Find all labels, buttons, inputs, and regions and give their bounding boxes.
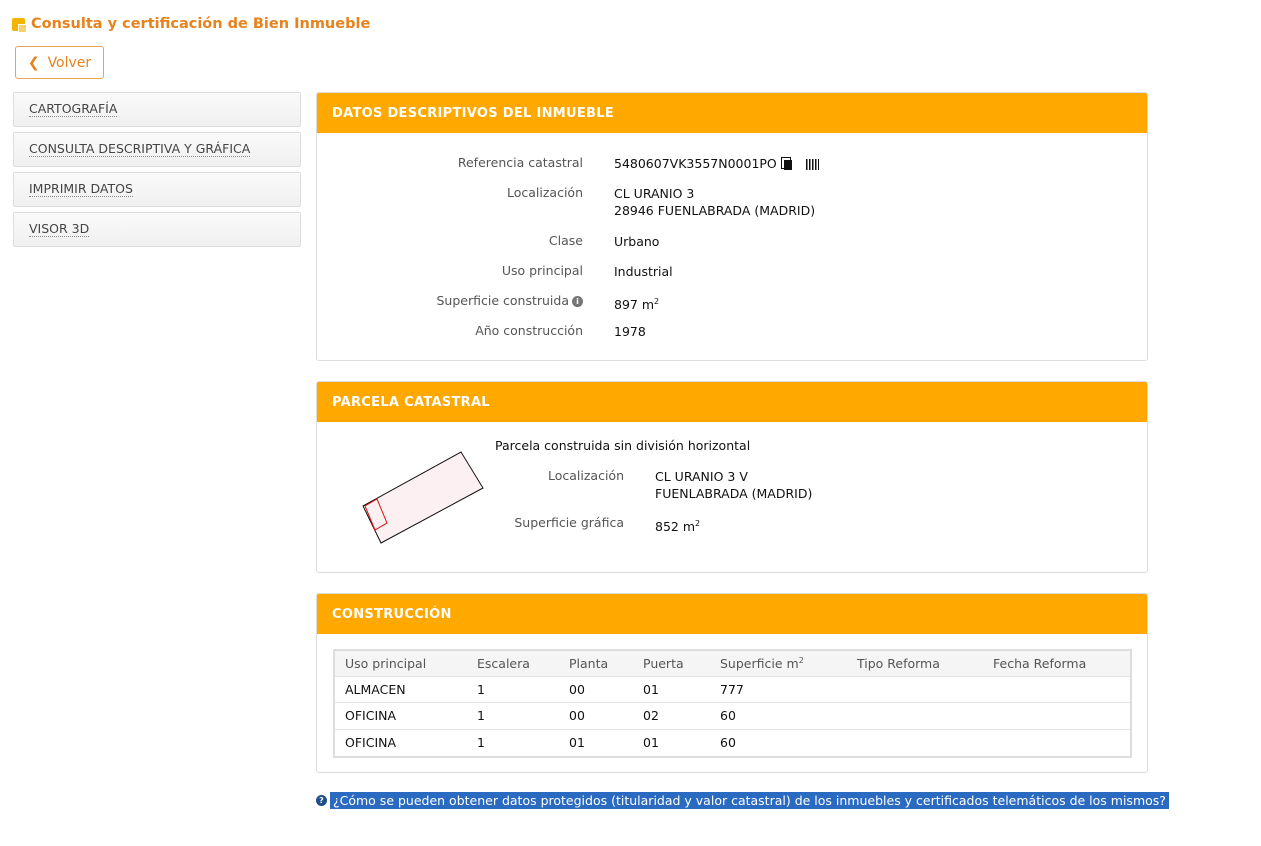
cell (983, 702, 1130, 729)
cell: 00 (559, 702, 633, 729)
sidebar-item-visor-3d[interactable]: VISOR 3D (13, 212, 301, 247)
parcel-area-value: 852 m2 (655, 515, 700, 535)
sidebar: CARTOGRAFÍA CONSULTA DESCRIPTIVA Y GRÁFI… (13, 92, 301, 252)
area-label: Superficie construida i (436, 293, 583, 308)
cell: 02 (633, 702, 710, 729)
sidebar-item-label: IMPRIMIR DATOS (29, 181, 133, 197)
cell: 1 (467, 702, 559, 729)
question-icon: ? (316, 795, 327, 806)
sidebar-item-label: CARTOGRAFÍA (29, 101, 118, 117)
use-label: Uso principal (501, 263, 583, 278)
ref-value-wrap: 5480607VK3557N0001PO (614, 155, 819, 172)
col-superficie-text: Superficie m (720, 655, 799, 671)
col-uso: Uso principal (335, 651, 467, 677)
col-escalera: Escalera (467, 651, 559, 677)
cell: OFICINA (335, 728, 467, 756)
panel-heading: PARCELA CATASTRAL (317, 382, 1147, 422)
area-label-text: Superficie construida (436, 293, 570, 308)
copy-icon[interactable] (780, 157, 792, 170)
cell: 01 (633, 675, 710, 703)
panel-heading: CONSTRUCCIÓN (317, 594, 1147, 634)
loc-value: CL URANIO 3 28946 FUENLABRADA (MADRID) (614, 185, 815, 219)
cell (983, 675, 1130, 703)
parcel-loc-label: Localización (547, 468, 624, 483)
table-header-row: Uso principal Escalera Planta Puerta Sup… (335, 651, 1130, 677)
parcel-area-exp: 2 (695, 519, 701, 528)
cell: 60 (710, 728, 847, 756)
panel-heading: DATOS DESCRIPTIVOS DEL INMUEBLE (317, 93, 1147, 133)
loc-line1: CL URANIO 3 (614, 186, 695, 201)
year-label: Año construcción (475, 323, 583, 338)
barcode-icon[interactable] (805, 157, 819, 170)
parcel-subtitle: Parcela construida sin división horizont… (495, 438, 751, 453)
cell: 00 (559, 675, 633, 703)
cell: OFICINA (335, 702, 467, 729)
col-superficie: Superficie m2 (710, 651, 847, 677)
use-value: Industrial (614, 264, 673, 279)
cell: 01 (559, 728, 633, 756)
parcel-loc-line1: CL URANIO 3 V (655, 469, 748, 484)
cell: 60 (710, 702, 847, 729)
year-value: 1978 (614, 324, 646, 339)
help-row: ? ¿Cómo se pueden obtener datos protegid… (316, 792, 1169, 809)
table-row: ALMACEN 1 00 01 777 (335, 675, 1130, 703)
page-title: Consulta y certificación de Bien Inmuebl… (12, 16, 371, 33)
cell (847, 675, 983, 703)
ref-value: 5480607VK3557N0001PO (614, 156, 777, 171)
sidebar-item-imprimir[interactable]: IMPRIMIR DATOS (13, 172, 301, 207)
cell: 777 (710, 675, 847, 703)
col-superficie-exp: 2 (798, 655, 804, 665)
parcel-area-label: Superficie gráfica (514, 515, 624, 530)
parcel-panel: PARCELA CATASTRAL Parcela construida sin… (316, 381, 1148, 573)
back-button-label: Volver (47, 54, 92, 71)
parcel-loc-line2: FUENLABRADA (MADRID) (655, 486, 813, 501)
class-label: Clase (548, 233, 583, 248)
col-puerta: Puerta (633, 651, 710, 677)
protected-data-link[interactable]: ¿Cómo se pueden obtener datos protegidos… (330, 792, 1169, 809)
parcel-sketch[interactable] (359, 448, 489, 548)
cell (847, 702, 983, 729)
cell (847, 728, 983, 756)
ref-label: Referencia catastral (457, 155, 583, 170)
col-fecha-reforma: Fecha Reforma (983, 651, 1130, 677)
cell: 1 (467, 728, 559, 756)
info-icon[interactable]: i (572, 296, 583, 307)
col-tipo-reforma: Tipo Reforma (847, 651, 983, 677)
loc-label: Localización (506, 185, 583, 200)
cell: ALMACEN (335, 675, 467, 703)
loc-line2: 28946 FUENLABRADA (MADRID) (614, 203, 816, 218)
construction-panel: CONSTRUCCIÓN Uso principal Escalera Plan… (316, 593, 1148, 773)
page-title-text: Consulta y certificación de Bien Inmuebl… (31, 16, 371, 32)
sidebar-item-cartografia[interactable]: CARTOGRAFÍA (13, 92, 301, 127)
chevron-left-icon: ❮ (27, 54, 40, 71)
back-button[interactable]: ❮ Volver (15, 46, 104, 79)
area-value-text: 897 m (614, 297, 655, 313)
area-value: 897 m2 (614, 293, 659, 313)
sidebar-item-label: CONSULTA DESCRIPTIVA Y GRÁFICA (29, 141, 251, 157)
table-row: OFICINA 1 01 01 60 (335, 728, 1130, 756)
table-row: OFICINA 1 00 02 60 (335, 702, 1130, 729)
descriptive-panel: DATOS DESCRIPTIVOS DEL INMUEBLE Referenc… (316, 92, 1148, 361)
col-planta: Planta (559, 651, 633, 677)
sidebar-item-label: VISOR 3D (29, 221, 90, 237)
area-unit-exp: 2 (654, 297, 660, 306)
parcel-loc-value: CL URANIO 3 V FUENLABRADA (MADRID) (655, 468, 812, 502)
construction-table: Uso principal Escalera Planta Puerta Sup… (333, 649, 1132, 758)
document-icon (12, 17, 27, 33)
parcel-area-text: 852 m (655, 519, 696, 535)
sidebar-item-consulta[interactable]: CONSULTA DESCRIPTIVA Y GRÁFICA (13, 132, 301, 167)
cell: 1 (467, 675, 559, 703)
cell: 01 (633, 728, 710, 756)
class-value: Urbano (614, 234, 660, 249)
cell (983, 728, 1130, 756)
